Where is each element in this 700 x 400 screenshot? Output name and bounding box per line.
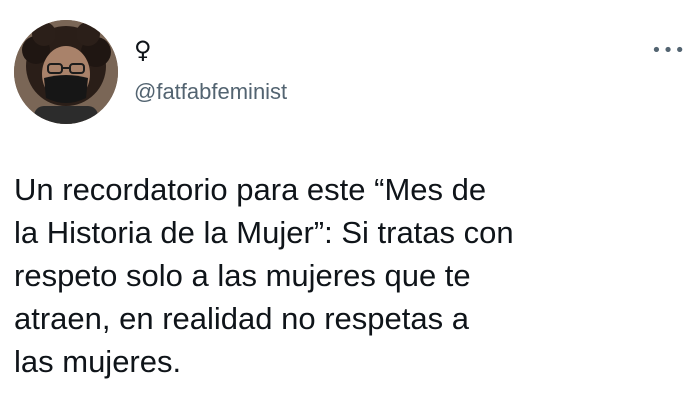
more-horizontal-icon[interactable]: ••• [651, 42, 686, 60]
user-handle[interactable]: @fatfabfeminist [134, 78, 287, 106]
tweet-card: ♀ @fatfabfeminist ••• Un recordatorio pa… [0, 0, 700, 400]
avatar-image [14, 20, 118, 124]
display-name[interactable]: ♀ [134, 36, 152, 64]
tweet-text: Un recordatorio para este “Mes de la His… [14, 172, 514, 379]
avatar[interactable] [14, 20, 118, 124]
